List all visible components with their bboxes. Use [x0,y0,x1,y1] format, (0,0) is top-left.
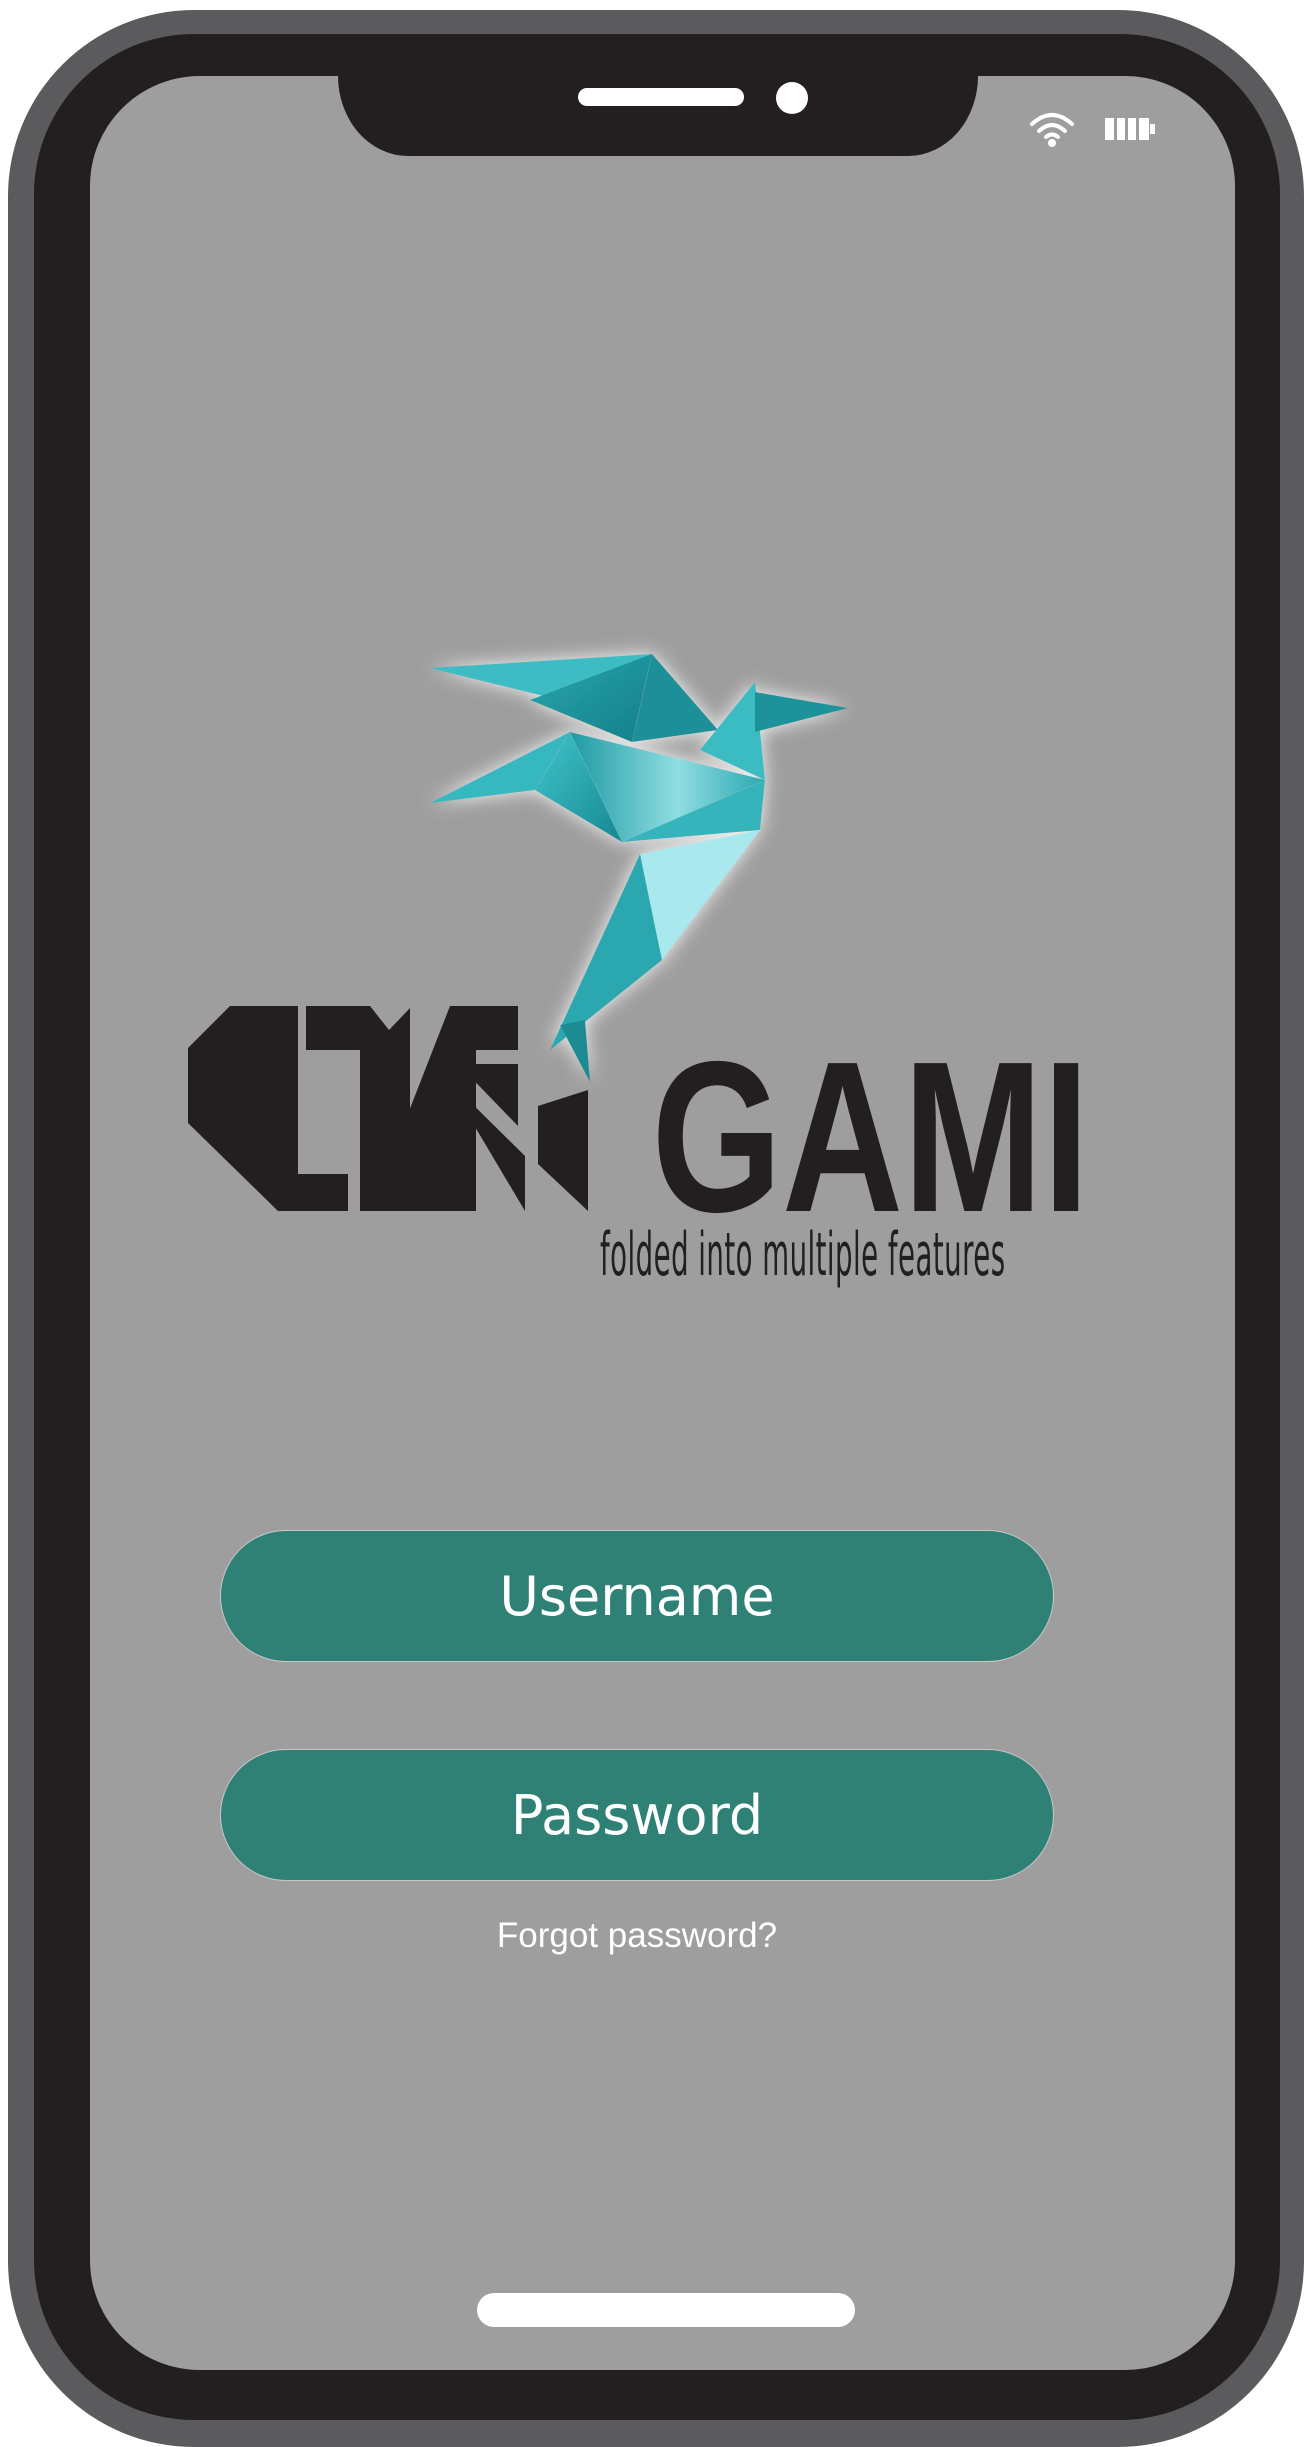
battery-icon [1105,118,1155,140]
wifi-icon [1030,113,1074,147]
username-field[interactable]: Username [220,1530,1054,1662]
earpiece-speaker [578,88,744,106]
password-field[interactable]: Password [220,1749,1054,1881]
tagline: folded into multiple features [600,1220,1006,1290]
origami-wordmark: GAMI [188,1006,1090,1216]
front-camera [776,82,808,114]
forgot-password-link[interactable]: Forgot password? [400,1908,874,1964]
wordmark-gami: GAMI [652,1016,1090,1216]
home-indicator[interactable] [477,2293,855,2327]
